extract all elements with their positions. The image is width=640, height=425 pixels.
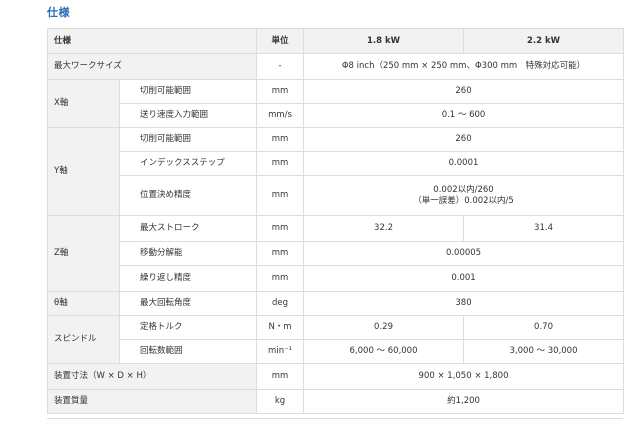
unit-z-max-stroke: mm [256,215,305,242]
header-col-2-2kw: 2.2 kW [463,28,625,54]
value-z-max-stroke-1-8kw: 32.2 [303,215,465,242]
unit-y-cut-range: mm [256,127,305,152]
value-y-position-accuracy-line-2: （単一誤差）0.002以内/5 [413,195,514,206]
row-label-z-resolution: 移動分解能 [118,241,258,266]
value-y-position-accuracy-line-1: 0.002以内/260 [433,184,494,195]
value-dimensions: 900 × 1,050 × 1,800 [303,363,625,390]
table-header-row: 仕様 単位 1.8 kW 2.2 kW [46,28,625,54]
unit-z-repeatability: mm [256,265,305,292]
table-row: Z軸 最大ストローク mm 32.2 31.4 [47,215,625,292]
row-label-x-cut-range: 切削可能範囲 [118,79,258,104]
header-col-1-8kw: 1.8 kW [303,28,465,54]
row-label-z-max-stroke: 最大ストローク [118,215,258,242]
unit-z-resolution: mm [256,241,305,266]
spec-table: 仕様 単位 1.8 kW 2.2 kW 最大ワークサイズ - Φ8 inch（2… [46,28,625,414]
row-label-dimensions: 装置寸法（W × D × H） [46,363,258,390]
value-z-resolution: 0.00005 [303,241,625,266]
unit-theta-max-rotation: deg [256,291,305,316]
table-row: 装置寸法（W × D × H） mm 900 × 1,050 × 1,800 [46,363,625,390]
row-label-weight: 装置質量 [46,389,258,414]
group-label-x-axis: X軸 [47,79,120,128]
table-row: スピンドル 定格トルク N・m 0.29 0.70 [47,315,625,364]
header-item: 仕様 [46,28,258,54]
unit-y-position-accuracy: mm [256,175,305,216]
value-x-cut-range: 260 [303,79,625,104]
section-title: 仕様 [47,6,70,19]
table-row: 回転数範囲 min⁻¹ 6,000 ～ 60,000 3,000 ～ 30,00… [48,339,625,364]
group-label-theta-axis: θ軸 [47,291,120,316]
unit-weight: kg [256,389,305,414]
group-label-spindle: スピンドル [47,315,120,364]
table-row: インデックスステップ mm 0.0001 [48,151,625,176]
unit-max-work: - [256,53,305,80]
row-label-y-index-step: インデックスステップ [118,151,258,176]
value-y-position-accuracy: 0.002以内/260 （単一誤差）0.002以内/5 [303,175,625,216]
row-label-x-feed-range: 送り速度入力範囲 [118,103,258,128]
value-z-max-stroke-2-2kw: 31.4 [463,215,625,242]
table-row: 送り速度入力範囲 mm/s 0.1 ～ 600 [48,103,625,128]
unit-x-cut-range: mm [256,79,305,104]
row-label-spindle-speed-range: 回転数範囲 [118,339,258,364]
header-unit: 単位 [256,28,305,54]
value-y-cut-range: 260 [303,127,625,152]
value-max-work: Φ8 inch（250 mm × 250 mm、Φ300 mm 特殊対応可能） [303,53,625,80]
value-spindle-rated-torque-1-8kw: 0.29 [303,315,465,340]
value-theta-max-rotation: 380 [303,291,625,316]
row-label-spindle-rated-torque: 定格トルク [118,315,258,340]
value-x-feed-range: 0.1 ～ 600 [303,103,625,128]
value-weight: 約1,200 [303,389,625,414]
value-spindle-speed-range-1-8kw: 6,000 ～ 60,000 [303,339,465,364]
table-row: Y軸 切削可能範囲 mm 260 [47,127,625,216]
row-label-z-repeatability: 繰り返し精度 [118,265,258,292]
table-row: 移動分解能 mm 0.00005 [48,241,625,266]
table-row: 繰り返し精度 mm 0.001 [48,265,625,292]
group-label-z-axis: Z軸 [47,215,120,292]
unit-x-feed-range: mm/s [256,103,305,128]
row-label-theta-max-rotation: 最大回転角度 [118,291,258,316]
value-spindle-speed-range-2-2kw: 3,000 ～ 30,000 [463,339,625,364]
table-row: 装置質量 kg 約1,200 [46,389,625,414]
table-row: X軸 切削可能範囲 mm 260 [47,79,625,128]
row-label-y-cut-range: 切削可能範囲 [118,127,258,152]
row-label-max-work: 最大ワークサイズ [46,53,258,80]
value-z-repeatability: 0.001 [303,265,625,292]
unit-spindle-rated-torque: N・m [256,315,305,340]
unit-dimensions: mm [256,363,305,390]
value-y-index-step: 0.0001 [303,151,625,176]
unit-y-index-step: mm [256,151,305,176]
value-spindle-rated-torque-2-2kw: 0.70 [463,315,625,340]
row-label-y-position-accuracy: 位置決め精度 [118,175,258,216]
table-row: 最大ワークサイズ - Φ8 inch（250 mm × 250 mm、Φ300 … [46,53,625,80]
table-row: 位置決め精度 mm 0.002以内/260 （単一誤差）0.002以内/5 [48,175,625,216]
group-label-y-axis: Y軸 [47,127,120,216]
unit-spindle-speed-range: min⁻¹ [256,339,305,364]
table-row: θ軸 最大回転角度 deg 380 [47,291,625,316]
